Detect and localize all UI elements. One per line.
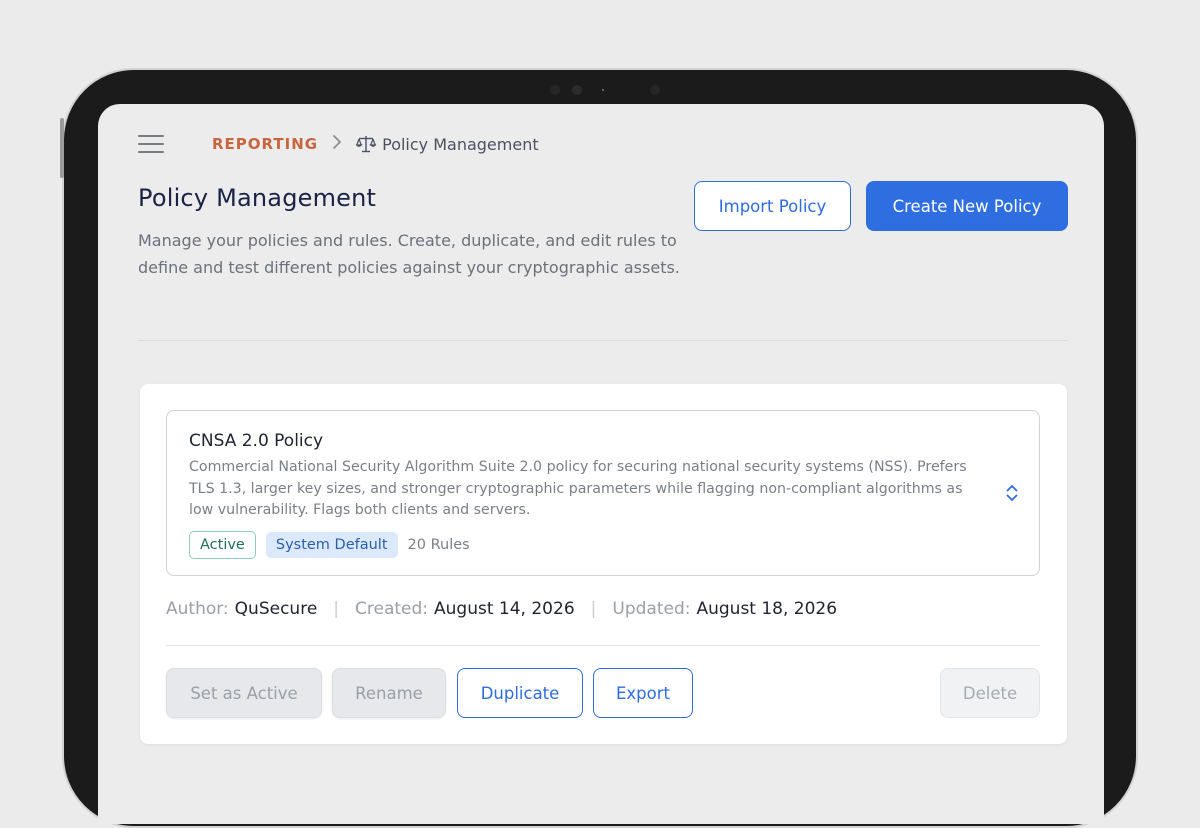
- policy-actions: Set as Active Rename Duplicate Export De…: [166, 668, 1040, 718]
- camera-area: [542, 78, 662, 100]
- policy-name: CNSA 2.0 Policy: [189, 431, 324, 451]
- policy-summary[interactable]: CNSA 2.0 Policy Commercial National Secu…: [166, 410, 1040, 576]
- policy-description: Commercial National Security Algorithm S…: [189, 459, 967, 518]
- device-side-button: [60, 118, 64, 178]
- scale-icon: [355, 135, 377, 153]
- policy-tags: Active System Default 20 Rules: [189, 531, 470, 559]
- hamburger-menu-icon[interactable]: [138, 133, 164, 155]
- status-badge: Active: [189, 531, 256, 559]
- meta-separator: |: [590, 599, 597, 619]
- policy-card: CNSA 2.0 Policy Commercial National Secu…: [140, 384, 1067, 744]
- set-as-active-button[interactable]: Set as Active: [166, 668, 322, 718]
- card-divider: [166, 645, 1040, 646]
- delete-button[interactable]: Delete: [940, 668, 1040, 718]
- updated-label: Updated:: [612, 599, 691, 619]
- chevron-right-icon: [332, 135, 342, 153]
- author-value: QuSecure: [234, 599, 318, 619]
- page-header: Policy Management Manage your policies a…: [138, 184, 698, 281]
- system-default-badge: System Default: [265, 532, 398, 558]
- top-bar: REPORTING Policy Management: [138, 130, 1064, 158]
- rules-count: 20 Rules: [407, 537, 470, 553]
- page-description: Manage your policies and rules. Create, …: [138, 231, 680, 277]
- policy-meta: Author: QuSecure | Created: August 14, 2…: [166, 599, 837, 619]
- app-screen: REPORTING Policy Management Policy Manag…: [98, 104, 1104, 824]
- duplicate-button[interactable]: Duplicate: [457, 668, 583, 718]
- create-new-policy-button[interactable]: Create New Policy: [866, 181, 1068, 231]
- import-policy-button[interactable]: Import Policy: [694, 181, 851, 231]
- created-value: August 14, 2026: [434, 599, 575, 619]
- updated-value: August 18, 2026: [696, 599, 838, 619]
- rename-button[interactable]: Rename: [332, 668, 446, 718]
- meta-separator: |: [333, 599, 340, 619]
- chevron-up-down-icon[interactable]: [1005, 483, 1019, 503]
- author-label: Author:: [166, 599, 229, 619]
- created-label: Created:: [355, 599, 429, 619]
- export-button[interactable]: Export: [593, 668, 693, 718]
- breadcrumb: REPORTING Policy Management: [212, 135, 539, 154]
- page-title: Policy Management: [138, 184, 377, 212]
- header-divider: [138, 340, 1068, 341]
- breadcrumb-reporting[interactable]: REPORTING: [212, 135, 318, 153]
- breadcrumb-current: Policy Management: [382, 134, 539, 154]
